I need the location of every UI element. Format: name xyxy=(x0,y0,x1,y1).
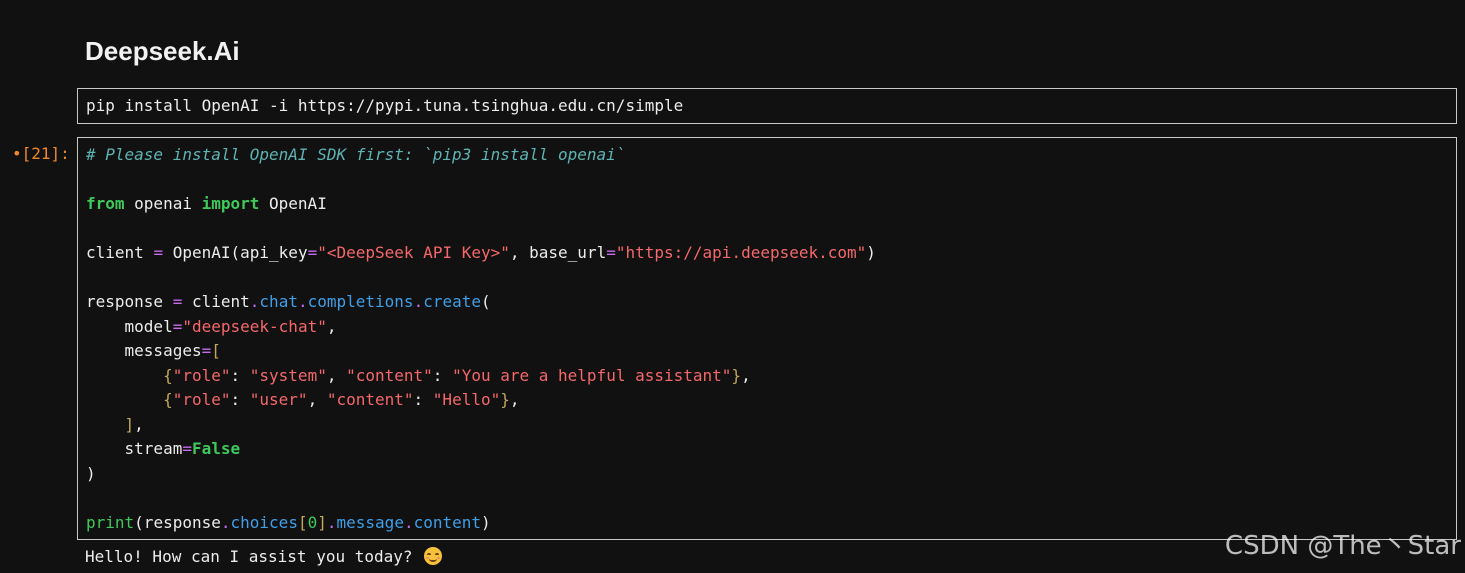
code-token: stream xyxy=(86,439,183,458)
code-token: model xyxy=(86,316,173,336)
output-text: Hello! How can I assist you today? xyxy=(85,547,423,566)
code-token: import xyxy=(201,194,260,213)
code-cell[interactable]: # Please install OpenAI SDK first: `pip3… xyxy=(77,137,1457,540)
code-token: . xyxy=(297,292,308,311)
code-token: "Hello" xyxy=(432,390,501,409)
watermark: CSDN @The丶Star xyxy=(1224,531,1461,561)
code-token: choices xyxy=(230,512,298,532)
code-token: . xyxy=(249,292,260,311)
code-token: OpenAI(api_key xyxy=(163,243,308,262)
code-token: , xyxy=(509,390,520,409)
markdown-heading: Deepseek.Ai xyxy=(85,36,240,66)
code-token: print xyxy=(86,512,135,532)
code-line: messages=[ xyxy=(86,339,876,364)
code-token: [ xyxy=(297,512,308,532)
code-token: = xyxy=(201,341,212,360)
execution-count-prompt: •[21]: xyxy=(12,144,70,163)
code-token: # Please install OpenAI SDK first: `pip3… xyxy=(86,145,626,164)
code-token: "role" xyxy=(172,390,231,409)
code-token: "user" xyxy=(249,390,308,409)
code-token: = xyxy=(153,243,164,262)
code-line: # Please install OpenAI SDK first: `pip3… xyxy=(86,143,876,168)
code-token: from xyxy=(86,194,125,213)
code-line: ], xyxy=(86,413,876,438)
code-token: "<DeepSeek API Key>" xyxy=(317,243,510,262)
raw-cell-text: pip install OpenAI -i https://pypi.tuna.… xyxy=(86,96,684,115)
code-token: openai xyxy=(124,194,202,213)
code-token: completions xyxy=(307,292,414,311)
code-token: = xyxy=(172,292,183,311)
code-line: {"role": "user", "content": "Hello"}, xyxy=(86,388,876,413)
code-token: response xyxy=(86,292,173,311)
code-token: "https://api.deepseek.com" xyxy=(615,243,867,262)
code-line: {"role": "system", "content": "You are a… xyxy=(86,364,876,389)
code-token: message xyxy=(336,512,404,532)
code-token: create xyxy=(423,292,481,311)
code-line: from openai import OpenAI xyxy=(86,192,876,217)
code-token: ( xyxy=(481,292,491,311)
code-line: print(response.choices[0].message.conten… xyxy=(86,511,876,536)
code-token: , xyxy=(326,365,347,385)
code-token: : xyxy=(230,390,250,409)
code-token: ] xyxy=(317,512,327,532)
code-token: { xyxy=(163,365,173,385)
code-token: , xyxy=(134,414,144,434)
code-token: = xyxy=(172,316,183,336)
code-token: . xyxy=(413,292,424,311)
code-token: . xyxy=(220,512,231,532)
code-line: response = client.chat.completions.creat… xyxy=(86,290,876,315)
code-token: { xyxy=(163,390,173,409)
code-token: "You are a helpful assistant" xyxy=(452,365,732,385)
code-token: ] xyxy=(124,414,135,434)
code-token: , xyxy=(741,365,751,385)
code-token: } xyxy=(731,365,742,385)
code-token: : xyxy=(413,390,433,409)
code-token: = xyxy=(307,243,318,262)
code-token: } xyxy=(500,390,510,409)
code-token: = xyxy=(606,243,616,262)
code-token: , xyxy=(307,390,327,409)
code-token: , base_url xyxy=(509,243,607,262)
code-token: client xyxy=(86,243,154,262)
code-token: . xyxy=(326,512,337,532)
code-token: ) xyxy=(86,463,96,483)
code-line: model="deepseek-chat", xyxy=(86,315,876,340)
code-token: "content" xyxy=(346,365,433,385)
code-token: "system" xyxy=(249,365,327,385)
code-token: [ xyxy=(211,341,221,360)
code-token: "content" xyxy=(326,390,414,409)
code-token: , xyxy=(326,316,337,336)
code-token: OpenAI xyxy=(259,194,327,213)
code-token: content xyxy=(413,512,482,532)
code-token: (response xyxy=(134,512,221,532)
code-token: False xyxy=(191,439,241,458)
code-token: 0 xyxy=(307,512,318,532)
smiling-face-emoji-icon xyxy=(424,547,443,565)
cell-output: Hello! How can I assist you today? xyxy=(85,545,443,569)
code-token: ) xyxy=(481,512,491,532)
code-token: . xyxy=(403,512,414,532)
code-token: : xyxy=(230,365,250,385)
code-line: client = OpenAI(api_key="<DeepSeek API K… xyxy=(86,241,876,266)
code-token: = xyxy=(182,439,192,458)
code-line: ) xyxy=(86,462,876,487)
code-token: messages xyxy=(86,341,202,360)
code-token: ) xyxy=(866,243,876,262)
raw-cell[interactable]: pip install OpenAI -i https://pypi.tuna.… xyxy=(77,88,1457,124)
code-token: chat xyxy=(259,292,298,311)
code-token: client xyxy=(182,292,250,311)
code-token: : xyxy=(432,365,453,385)
code-editor[interactable]: # Please install OpenAI SDK first: `pip3… xyxy=(86,143,876,535)
code-token: "role" xyxy=(172,365,231,385)
code-line: stream=False xyxy=(86,437,876,462)
code-token: "deepseek-chat" xyxy=(182,316,327,336)
